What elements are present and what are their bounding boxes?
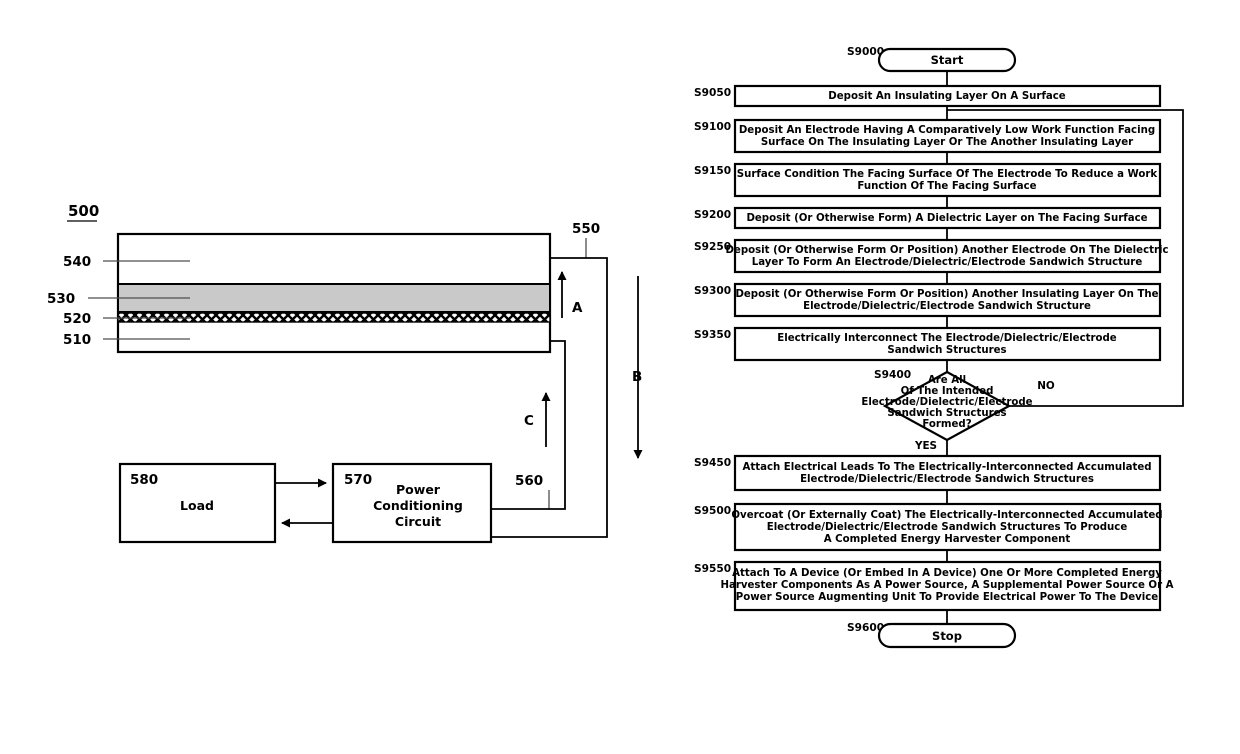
ref-number-520: 520 bbox=[63, 311, 91, 327]
step-label-s9200: S9200 bbox=[694, 209, 731, 221]
step-label-s9050: S9050 bbox=[694, 87, 731, 99]
ref-number-550: 550 bbox=[572, 221, 600, 237]
process-text-s9200-line1: Deposit (Or Otherwise Form) A Dielectric… bbox=[746, 213, 1147, 224]
current-arrow-b-label: B bbox=[632, 369, 642, 385]
decision-text-line4: Sandwich Structures bbox=[887, 408, 1006, 419]
ref-number-580: 580 bbox=[130, 472, 158, 488]
terminator-stop-label: Stop bbox=[932, 629, 962, 643]
ref-number-570: 570 bbox=[344, 472, 372, 488]
process-text-s9550-line3: Power Source Augmenting Unit To Provide … bbox=[736, 592, 1159, 603]
step-label-s9400: S9400 bbox=[874, 369, 911, 381]
ref-number-560: 560 bbox=[515, 473, 543, 489]
flowchart: S9000 Start S9050 Deposit An Insulating … bbox=[694, 46, 1184, 649]
process-text-s9450-line2: Electrode/Dielectric/Electrode Sandwich … bbox=[800, 474, 1094, 485]
process-text-s9300-line1: Deposit (Or Otherwise Form Or Position) … bbox=[735, 289, 1158, 300]
process-text-s9150-line2: Function Of The Facing Surface bbox=[857, 181, 1036, 192]
process-text-s9550-line1: Attach To A Device (Or Embed In A Device… bbox=[732, 568, 1162, 579]
step-label-s9550: S9550 bbox=[694, 563, 731, 575]
decision-text-line1: Are All bbox=[928, 375, 966, 386]
step-label-s9300: S9300 bbox=[694, 285, 731, 297]
patent-figure-svg: 500 540 530 520 510 550 560 A B C 580 Lo… bbox=[47, 46, 1184, 649]
decision-yes-label: YES bbox=[914, 440, 937, 452]
left-diagram: 500 540 530 520 510 550 560 A B C 580 Lo… bbox=[47, 202, 643, 544]
process-text-s9550-line2: Harvester Components As A Power Source, … bbox=[720, 580, 1173, 591]
process-text-s9300-line2: Electrode/Dielectric/Electrode Sandwich … bbox=[803, 301, 1091, 312]
process-text-s9100-line2: Surface On The Insulating Layer Or The A… bbox=[761, 137, 1133, 148]
power-conditioning-label-line2: Conditioning bbox=[373, 498, 463, 513]
power-conditioning-label-line1: Power bbox=[396, 482, 441, 497]
terminator-start-label: Start bbox=[931, 53, 964, 67]
process-text-s9350-line2: Sandwich Structures bbox=[887, 345, 1006, 356]
decision-text-line2: Of The Intended bbox=[901, 386, 994, 397]
step-label-s9100: S9100 bbox=[694, 121, 731, 133]
ref-number-530: 530 bbox=[47, 291, 75, 307]
decision-text-line3: Electrode/Dielectric/Electrode bbox=[861, 397, 1032, 408]
decision-no-label: NO bbox=[1037, 380, 1055, 392]
step-label-s9450: S9450 bbox=[694, 457, 731, 469]
diagram-id-500: 500 bbox=[68, 202, 99, 220]
process-text-s9050-line1: Deposit An Insulating Layer On A Surface bbox=[828, 91, 1066, 102]
step-label-s9150: S9150 bbox=[694, 165, 731, 177]
step-label-s9350: S9350 bbox=[694, 329, 731, 341]
power-conditioning-label-line3: Circuit bbox=[395, 514, 441, 529]
ref-number-510: 510 bbox=[63, 332, 91, 348]
decision-text-line5: Formed? bbox=[922, 419, 971, 430]
process-text-s9150-line1: Surface Condition The Facing Surface Of … bbox=[737, 169, 1158, 180]
load-block-label: Load bbox=[180, 498, 214, 513]
current-arrow-a-label: A bbox=[572, 300, 583, 316]
ref-number-540: 540 bbox=[63, 254, 91, 270]
process-text-s9350-line1: Electrically Interconnect The Electrode/… bbox=[777, 333, 1117, 344]
figure-canvas: 500 540 530 520 510 550 560 A B C 580 Lo… bbox=[0, 0, 1240, 754]
current-arrow-c-label: C bbox=[524, 413, 534, 429]
step-label-s9500: S9500 bbox=[694, 505, 731, 517]
process-text-s9500-line1: Overcoat (Or Externally Coat) The Electr… bbox=[731, 510, 1162, 521]
process-text-s9250-line2: Layer To Form An Electrode/Dielectric/El… bbox=[752, 257, 1143, 268]
process-text-s9500-line2: Electrode/Dielectric/Electrode Sandwich … bbox=[767, 522, 1128, 533]
process-text-s9100-line1: Deposit An Electrode Having A Comparativ… bbox=[739, 125, 1155, 136]
process-text-s9500-line3: A Completed Energy Harvester Component bbox=[824, 534, 1071, 545]
process-text-s9250-line1: Deposit (Or Otherwise Form Or Position) … bbox=[725, 245, 1168, 256]
process-text-s9450-line1: Attach Electrical Leads To The Electrica… bbox=[742, 462, 1151, 473]
